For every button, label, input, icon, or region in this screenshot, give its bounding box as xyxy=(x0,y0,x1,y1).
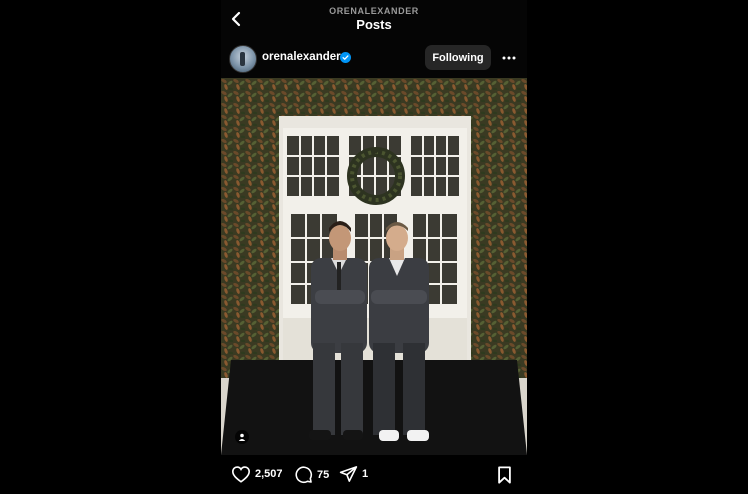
more-horizontal-icon xyxy=(502,56,516,60)
account-kicker: ORENALEXANDER xyxy=(329,6,419,16)
person-tag-icon xyxy=(238,433,246,441)
like-button[interactable]: 2,507 xyxy=(231,465,283,483)
comment-button[interactable]: 75 xyxy=(294,465,329,484)
photo-scene xyxy=(221,78,527,455)
avatar[interactable] xyxy=(229,45,257,73)
heart-icon xyxy=(231,466,251,483)
comment-count: 75 xyxy=(317,468,330,481)
page-title: Posts xyxy=(356,17,392,32)
save-button[interactable] xyxy=(497,466,512,489)
tagged-people-button[interactable] xyxy=(235,430,249,444)
bookmark-icon xyxy=(498,466,511,484)
post-header: orenalexander Following xyxy=(221,40,527,78)
top-bar: ORENALEXANDER Posts xyxy=(221,0,527,40)
post-actions: 2,507 75 1 xyxy=(221,455,527,494)
like-count: 2,507 xyxy=(255,468,283,480)
following-button[interactable]: Following xyxy=(425,45,491,70)
verified-badge-icon xyxy=(340,52,351,63)
comment-icon xyxy=(295,466,313,484)
username[interactable]: orenalexander xyxy=(262,51,341,63)
post-photo[interactable] xyxy=(221,78,527,455)
share-count: 1 xyxy=(362,468,369,480)
more-options-button[interactable] xyxy=(497,46,521,70)
share-button[interactable]: 1 xyxy=(339,465,368,483)
send-icon xyxy=(339,466,358,482)
phone-screen: ORENALEXANDER Posts orenalexander Follow… xyxy=(221,0,527,494)
